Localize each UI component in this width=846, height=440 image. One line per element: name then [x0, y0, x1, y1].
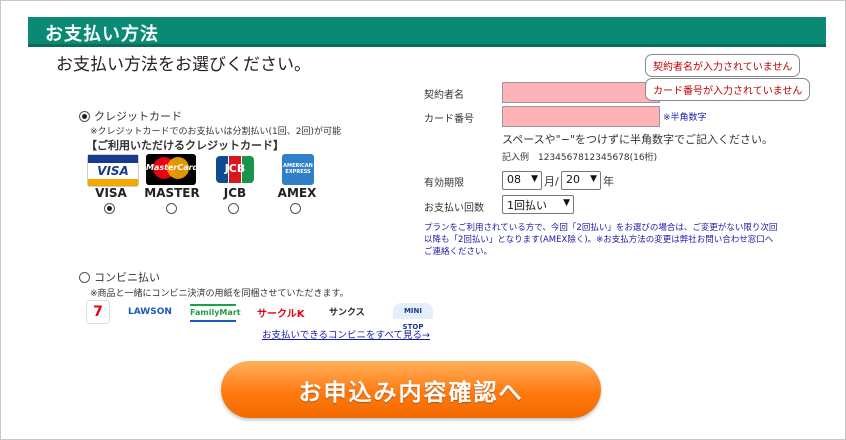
- visa-radio[interactable]: [104, 203, 115, 214]
- all-convenience-link[interactable]: お支払いできるコンビニをすべて見る→: [262, 327, 430, 341]
- installments-label: お支払い回数: [424, 203, 484, 214]
- section-header: お支払い方法: [28, 17, 826, 47]
- credit-card-label: クレジットカード: [94, 110, 182, 123]
- holder-error-tooltip: 契約者名が入力されていません: [645, 54, 801, 77]
- credit-card-note: ※クレジットカードでのお支払いは分割払い(1回、2回)が可能: [90, 127, 342, 137]
- expiry-month-unit: 月/: [544, 175, 559, 188]
- card-number-input[interactable]: [502, 106, 660, 127]
- card-number-error-tooltip: カード番号が入力されていません: [645, 78, 811, 101]
- page-subtitle: お支払い方法をお選びください。: [56, 55, 311, 75]
- amex-name: AMEX: [277, 186, 317, 200]
- expiry-year-select[interactable]: 20 ▼: [561, 171, 601, 190]
- master-name: MASTER: [144, 186, 200, 200]
- lawson-logo: LAWSON: [128, 307, 172, 317]
- convenience-note: ※商品と一緒にコンビニ決済の用紙を同梱させていただきます。: [90, 289, 349, 299]
- jcb-name: JCB: [223, 186, 247, 200]
- credit-card-radio[interactable]: [79, 111, 90, 122]
- installments-select[interactable]: 1回払い ▼: [502, 195, 574, 214]
- ministop-logo: MINI STOP: [393, 303, 433, 331]
- convenience-label: コンビニ払い: [94, 271, 160, 284]
- chevron-down-icon: ▼: [563, 198, 570, 208]
- submit-button-label: お申込み内容確認へ: [298, 380, 524, 406]
- circle-k-logo: サークルK: [257, 309, 305, 320]
- familymart-logo: FamilyMart: [190, 304, 241, 322]
- visa-name: VISA: [95, 186, 127, 200]
- card-number-hint: ※半角数字: [663, 113, 707, 123]
- holder-input[interactable]: [502, 82, 660, 103]
- master-radio[interactable]: [166, 203, 177, 214]
- amex-radio[interactable]: [290, 203, 301, 214]
- convenience-radio[interactable]: [79, 272, 90, 283]
- expiry-year-unit: 年: [603, 175, 614, 188]
- holder-label: 契約者名: [424, 90, 464, 101]
- seven-eleven-logo: 7: [86, 300, 110, 324]
- submit-button[interactable]: お申込み内容確認へ: [221, 361, 601, 418]
- card-number-label: カード番号: [424, 114, 474, 125]
- expiry-month-select[interactable]: 08 ▼: [502, 171, 542, 190]
- credit-card-heading: 【ご利用いただけるクレジットカード】: [86, 139, 284, 152]
- chevron-down-icon: ▼: [531, 174, 538, 184]
- jcb-logo: JCB: [216, 154, 254, 185]
- expiry-label: 有効期限: [424, 178, 464, 189]
- card-number-example: 記入例 1234567812345678(16桁): [502, 153, 658, 163]
- visa-logo: VISA: [87, 154, 139, 187]
- section-title: お支払い方法: [45, 24, 159, 45]
- card-number-instruction: スペースや"−"をつけずに半角数字でご記入ください。: [502, 133, 774, 146]
- jcb-radio[interactable]: [228, 203, 239, 214]
- plan-note: プランをご利用されている方で、今回「2回払い」をお選びの場合は、ご変更がない限り…: [424, 223, 778, 257]
- mastercard-logo: MasterCard: [146, 154, 198, 185]
- sunkus-logo: サンクス: [329, 308, 365, 318]
- amex-logo: AMERICAN EXPRESS: [282, 154, 314, 185]
- chevron-down-icon: ▼: [590, 174, 597, 184]
